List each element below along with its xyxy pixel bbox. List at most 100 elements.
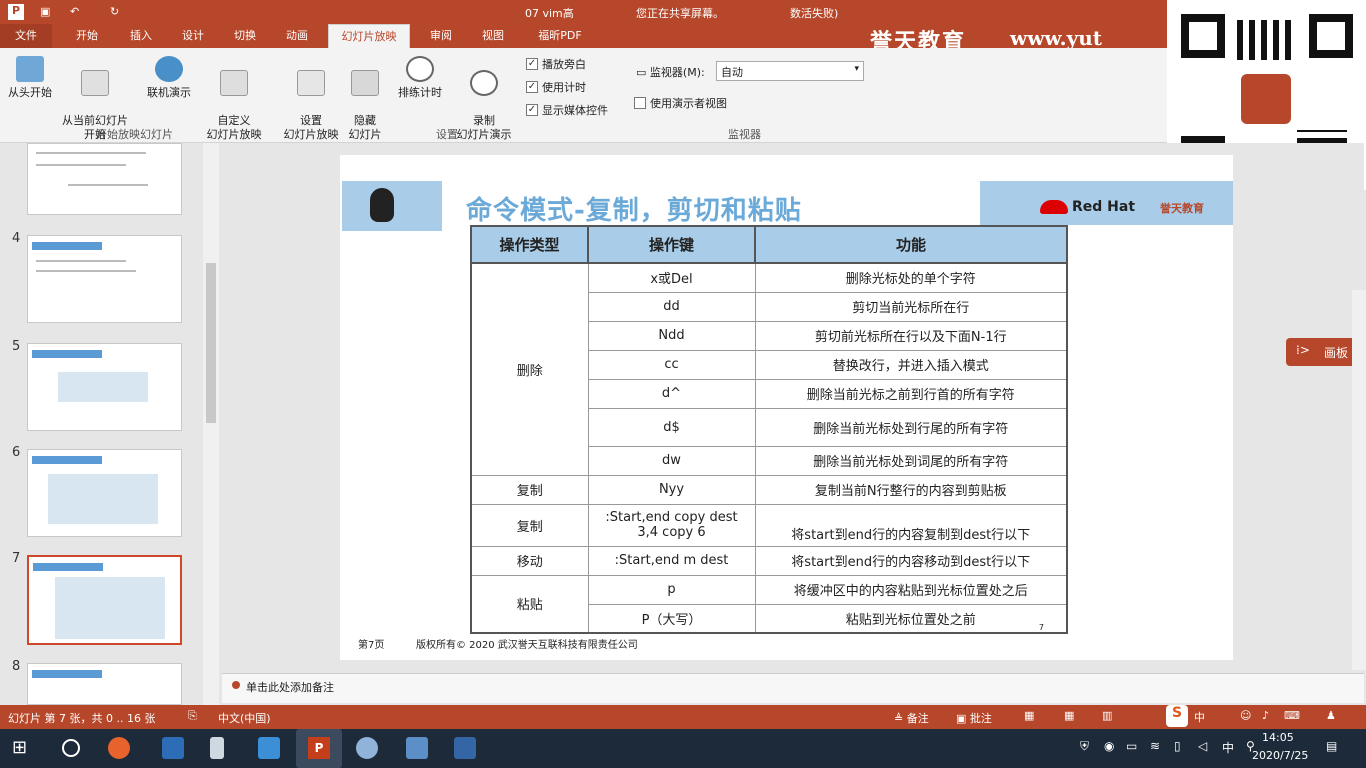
- col-header-type: 操作类型: [470, 225, 589, 264]
- scrollbar-thumb[interactable]: [206, 263, 216, 423]
- notes-pane[interactable]: 单击此处添加备注: [222, 673, 1364, 703]
- battery-icon[interactable]: ▯: [1174, 739, 1181, 753]
- tab-design[interactable]: 设计: [170, 24, 216, 48]
- slide-thumbnail-8[interactable]: [27, 663, 182, 705]
- hide-slide-button[interactable]: 隐藏 幻灯片: [344, 56, 386, 142]
- narration-checkbox[interactable]: ✓ 播放旁白: [526, 56, 586, 72]
- thumb-title-bar: [32, 456, 102, 464]
- shield-icon[interactable]: ⛨: [1080, 739, 1089, 754]
- setup-icon: [297, 70, 325, 96]
- sogou-ime-icon[interactable]: S: [1166, 705, 1188, 727]
- key-cell: d^: [587, 378, 756, 409]
- from-start-button[interactable]: 从头开始: [4, 56, 56, 100]
- activation-notice: 数活失败): [790, 7, 839, 20]
- slide-thumbnail-7[interactable]: [27, 555, 182, 645]
- tray-ime[interactable]: 中: [1222, 739, 1234, 756]
- function-cell: 删除当前光标处到行尾的所有字符: [754, 407, 1068, 447]
- chevron-down-icon: ▾: [854, 64, 859, 74]
- search-icon[interactable]: [62, 739, 80, 757]
- presenter-view-checkbox[interactable]: 使用演示者视图: [634, 95, 727, 111]
- emoji-icon[interactable]: ☺: [1240, 709, 1251, 722]
- tab-view[interactable]: 视图: [470, 24, 516, 48]
- document-title: 07 vim高: [525, 7, 574, 20]
- save-icon[interactable]: ▣: [40, 5, 50, 18]
- skin-icon[interactable]: ♟: [1326, 709, 1336, 722]
- slide-thumbnail-5[interactable]: [27, 343, 182, 431]
- notification-icon[interactable]: ▤: [1326, 739, 1337, 753]
- function-cell: 删除当前光标之前到行首的所有字符: [754, 378, 1068, 409]
- ime-mode[interactable]: 中: [1194, 709, 1205, 725]
- key-line: :Start,end copy dest: [605, 510, 738, 525]
- app-snail-icon[interactable]: [108, 737, 130, 759]
- tab-home[interactable]: 开始: [64, 24, 110, 48]
- slide-thumbnail-3[interactable]: [27, 143, 182, 215]
- tray-app-icon[interactable]: ◉: [1104, 739, 1114, 753]
- media-controls-label: 显示媒体控件: [542, 104, 608, 117]
- ribbon-tabs: 文件 开始 插入 设计 切换 动画 幻灯片放映 审阅 视图 福昕PDF 誉天教育…: [0, 24, 1366, 55]
- app-computer-icon[interactable]: [406, 737, 428, 759]
- reading-view-icon[interactable]: ▥: [1102, 709, 1112, 722]
- slide-thumbnail-6[interactable]: [27, 449, 182, 537]
- tab-foxit-pdf[interactable]: 福昕PDF: [524, 24, 596, 48]
- setup-show-label: 设置 幻灯片放映: [283, 114, 339, 141]
- notes-toggle[interactable]: ≜ 备注: [894, 710, 929, 726]
- record-show-label: 录制 幻灯片演示: [456, 114, 512, 141]
- custom-show-button[interactable]: 自定义 幻灯片放映: [196, 56, 272, 142]
- app-graduation-icon[interactable]: [258, 737, 280, 759]
- app-powerpoint-active[interactable]: P: [296, 729, 342, 768]
- wifi-icon[interactable]: ≋: [1150, 739, 1160, 753]
- tab-slideshow[interactable]: 幻灯片放映: [328, 24, 410, 48]
- spellcheck-icon[interactable]: ⎘: [188, 709, 197, 723]
- taskbar: ⊞ P ⛨ ◉ ▭ ≋ ▯ ◁ 中 ⚲ 14:05 2020/7/25 ▤: [0, 729, 1366, 768]
- notes-bullet-icon: [232, 681, 240, 689]
- tux-penguin-icon: [370, 188, 394, 222]
- app-word-icon[interactable]: [454, 737, 476, 759]
- globe-icon: [155, 56, 183, 82]
- custom-show-label: 自定义 幻灯片放映: [206, 114, 262, 141]
- normal-view-icon[interactable]: ▦: [1024, 709, 1034, 722]
- slide-number: 4: [12, 231, 21, 246]
- function-cell: 将start到end行的内容复制到dest行以下: [754, 503, 1068, 547]
- timing-label: 使用计时: [542, 81, 586, 94]
- online-present-button[interactable]: 联机演示: [140, 56, 198, 100]
- clock-date[interactable]: 2020/7/25: [1252, 749, 1308, 762]
- thumbnail-scrollbar[interactable]: [203, 143, 219, 705]
- setup-show-button[interactable]: 设置 幻灯片放映: [280, 56, 342, 142]
- function-cell: 删除当前光标处到词尾的所有字符: [754, 445, 1068, 476]
- thumb-table: [55, 577, 165, 639]
- category-cell: 粘贴: [470, 574, 589, 634]
- undo-icon[interactable]: ↶: [70, 5, 79, 18]
- tab-transitions[interactable]: 切换: [222, 24, 268, 48]
- slide-thumbnail-4[interactable]: [27, 235, 182, 323]
- timing-checkbox[interactable]: ✓ 使用计时: [526, 79, 586, 95]
- narration-label: 播放旁白: [542, 58, 586, 71]
- comments-toggle[interactable]: ▣ 批注: [956, 710, 992, 726]
- redhat-logo-icon: [1040, 200, 1068, 214]
- slide-scrollbar[interactable]: [1352, 290, 1366, 670]
- tab-animations[interactable]: 动画: [274, 24, 320, 48]
- app-window-icon[interactable]: [162, 737, 184, 759]
- keyboard-icon[interactable]: ⌨: [1284, 709, 1300, 722]
- clock-time[interactable]: 14:05: [1262, 731, 1294, 744]
- app-paint-icon[interactable]: [356, 737, 378, 759]
- media-controls-checkbox[interactable]: ✓ 显示媒体控件: [526, 102, 608, 118]
- sorter-view-icon[interactable]: ▦: [1064, 709, 1074, 722]
- tray-device-icon[interactable]: ▭: [1126, 739, 1137, 753]
- tab-insert[interactable]: 插入: [118, 24, 164, 48]
- mic-icon[interactable]: ♪: [1262, 709, 1269, 722]
- windows-start-icon[interactable]: ⊞: [12, 737, 34, 759]
- slide-number: 6: [12, 445, 21, 460]
- thumb-line: [36, 270, 136, 272]
- redo-icon[interactable]: ↻: [110, 5, 119, 18]
- app-file-icon[interactable]: [210, 737, 224, 759]
- tab-file[interactable]: 文件: [0, 24, 52, 48]
- slide-thumbnails-panel: 4 5 6 7 8: [0, 143, 222, 705]
- rehearse-button[interactable]: 排练计时: [392, 56, 448, 100]
- table-row: 移动 :Start,end m dest 将start到end行的内容移动到de…: [470, 545, 1068, 576]
- volume-icon[interactable]: ◁: [1198, 739, 1207, 753]
- language-indicator[interactable]: 中文(中国): [218, 710, 271, 726]
- monitor-select[interactable]: 自动 ▾: [716, 61, 864, 81]
- key-cell: :Start,end m dest: [587, 545, 756, 576]
- tab-review[interactable]: 审阅: [418, 24, 464, 48]
- thumb-line: [36, 260, 126, 262]
